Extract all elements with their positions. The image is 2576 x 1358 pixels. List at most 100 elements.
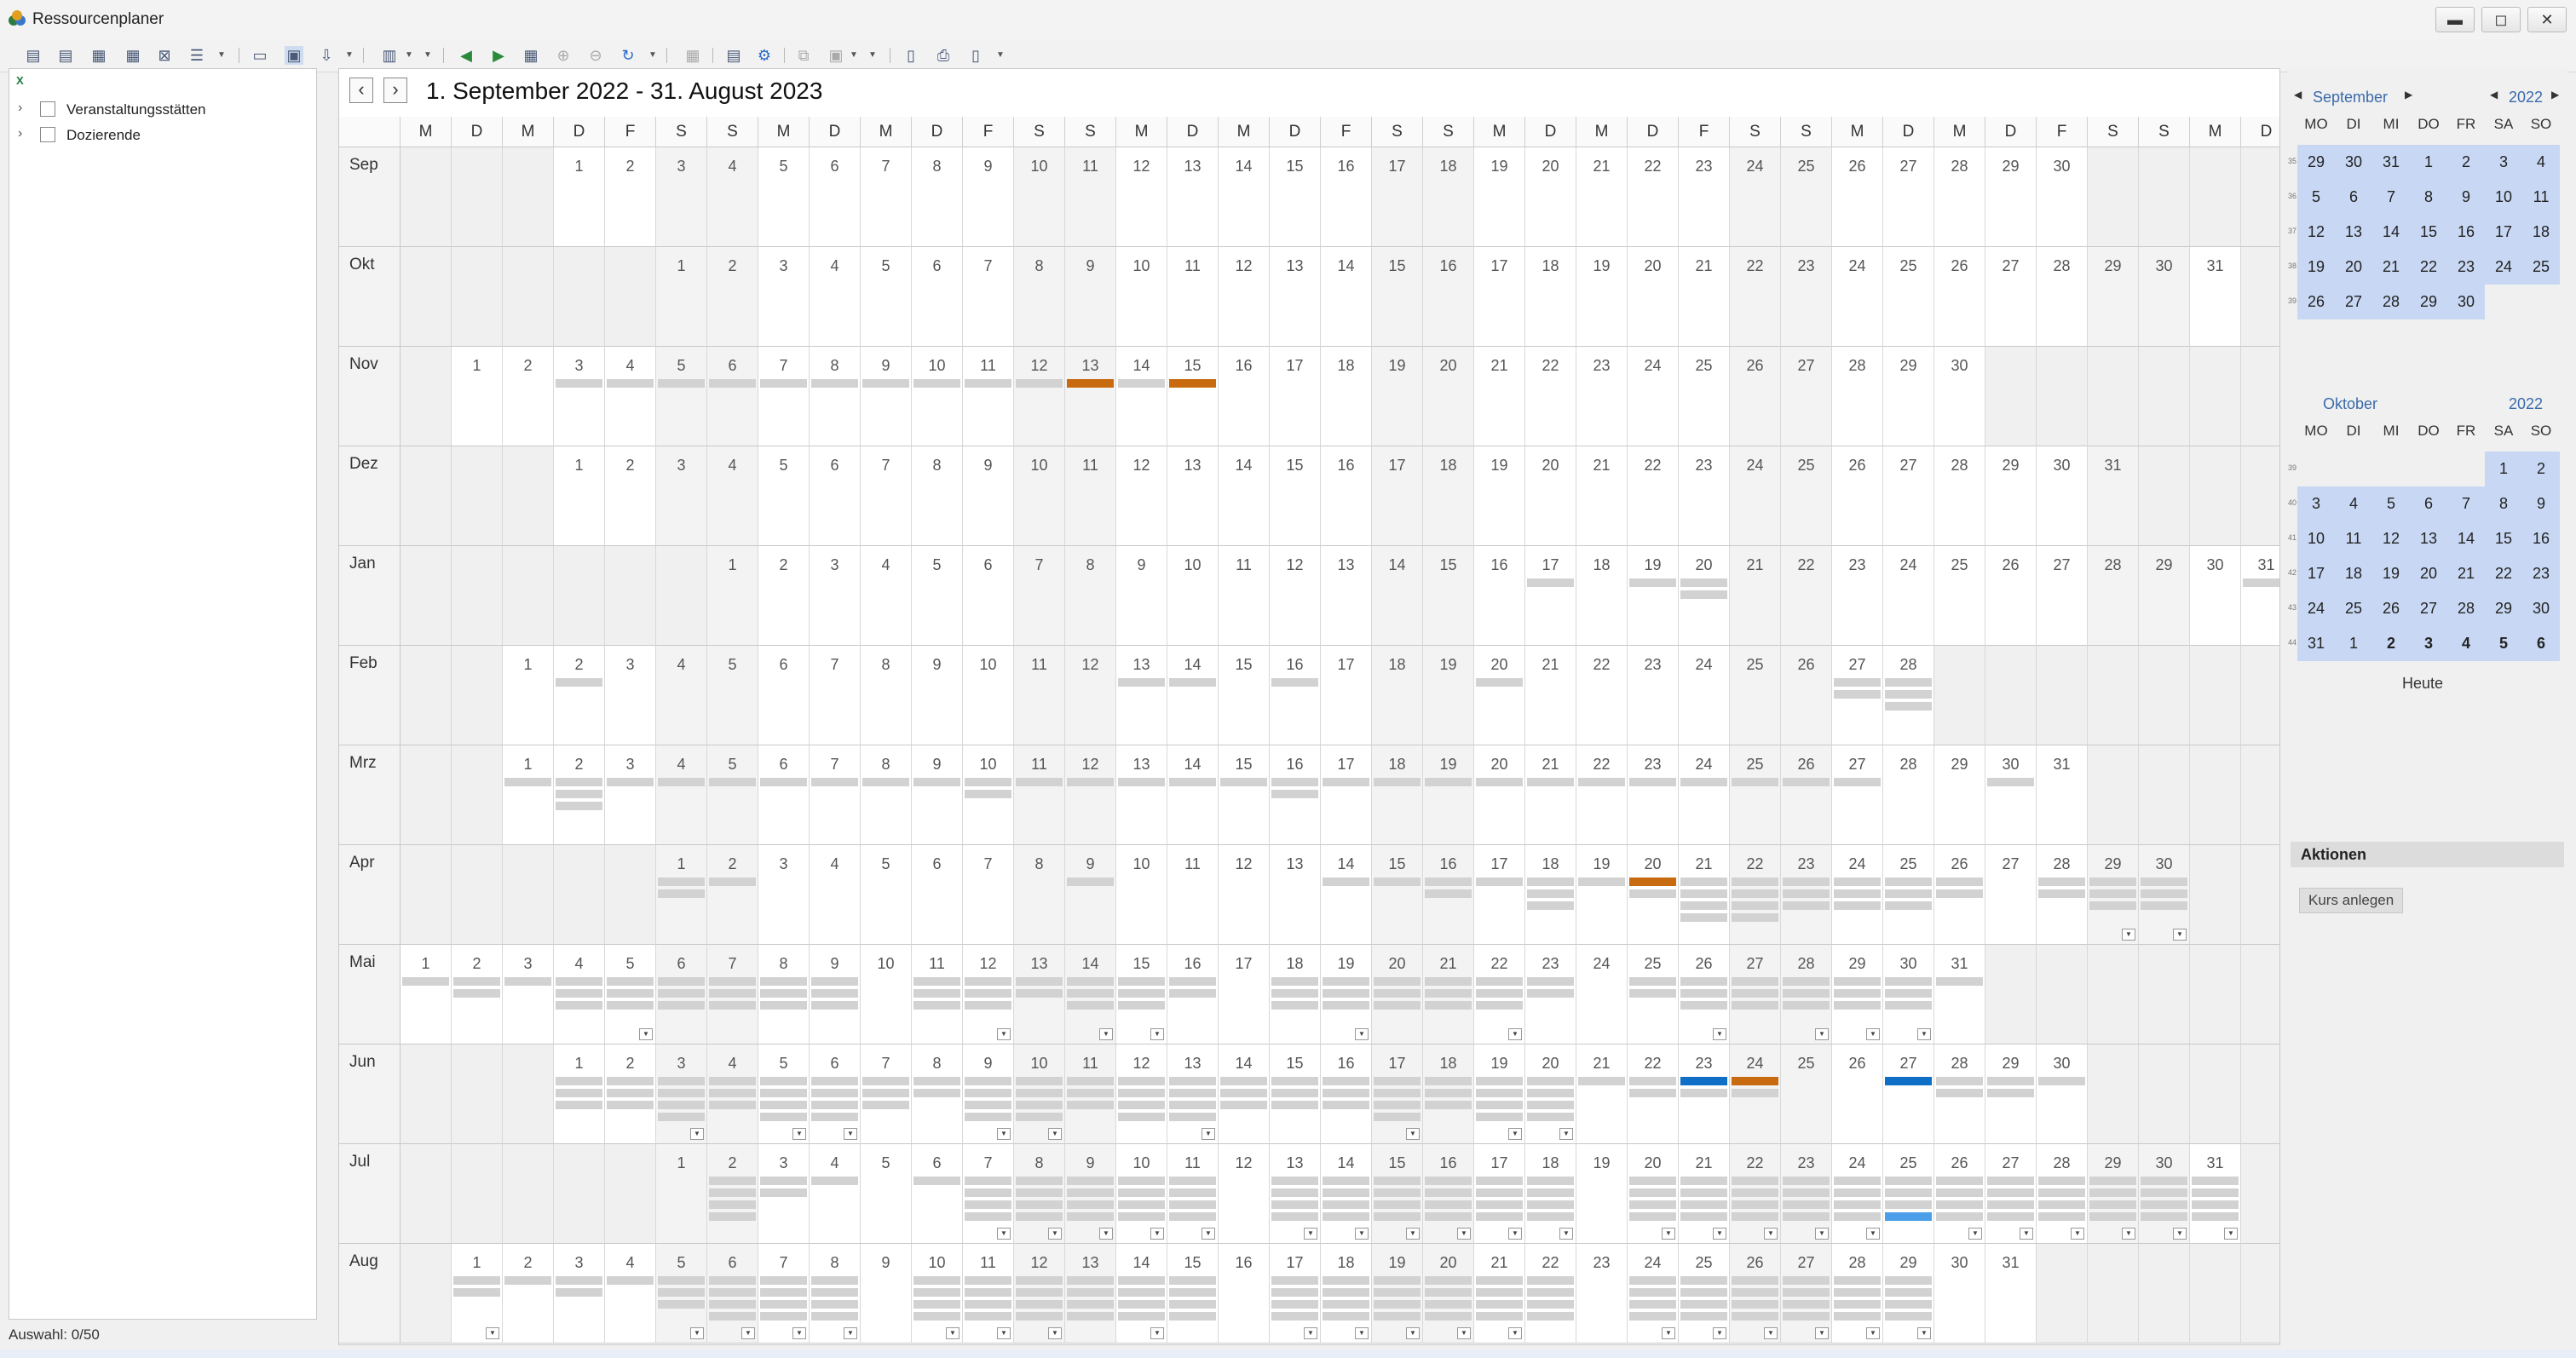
day-cell[interactable]: 21 ▼ bbox=[1679, 1144, 1730, 1244]
mini-calendar-day[interactable]: 5 bbox=[2372, 486, 2410, 521]
day-cell[interactable]: 22 bbox=[1628, 147, 1679, 247]
day-cell[interactable]: 7 bbox=[758, 347, 810, 446]
month-label[interactable]: September bbox=[2313, 89, 2388, 106]
booking-bar[interactable] bbox=[453, 989, 500, 998]
more-entries-icon[interactable]: ▼ bbox=[1713, 1028, 1726, 1040]
booking-bar[interactable] bbox=[965, 1089, 1011, 1097]
day-cell[interactable]: 31 ▼ bbox=[2190, 1144, 2241, 1244]
booking-bar[interactable] bbox=[1425, 1276, 1472, 1285]
day-cell[interactable]: 10 bbox=[1014, 147, 1065, 247]
day-cell[interactable]: 2 bbox=[707, 247, 758, 347]
day-cell[interactable]: 30 bbox=[2139, 247, 2190, 347]
day-cell[interactable]: 9 bbox=[810, 945, 861, 1044]
more-entries-icon[interactable]: ▼ bbox=[1764, 1327, 1778, 1339]
day-cell[interactable]: 22 bbox=[1628, 1044, 1679, 1144]
more-entries-icon[interactable]: ▼ bbox=[1355, 1028, 1369, 1040]
booking-bar[interactable] bbox=[1374, 1089, 1421, 1097]
day-cell[interactable]: 7 bbox=[810, 646, 861, 745]
day-cell[interactable]: 10 bbox=[1116, 845, 1167, 945]
day-cell[interactable]: 12 bbox=[1116, 147, 1167, 247]
booking-bar[interactable] bbox=[1323, 1312, 1369, 1321]
day-cell[interactable]: 28 bbox=[1934, 446, 1985, 546]
booking-bar[interactable] bbox=[1783, 1312, 1830, 1321]
day-cell[interactable]: 6 bbox=[810, 147, 861, 247]
booking-bar[interactable] bbox=[1425, 1188, 1472, 1197]
booking-bar[interactable] bbox=[1476, 678, 1523, 687]
booking-bar[interactable] bbox=[965, 1200, 1011, 1209]
booking-bar[interactable] bbox=[1936, 1089, 1983, 1097]
more-entries-icon[interactable]: ▼ bbox=[1815, 1028, 1829, 1040]
view-delete-icon[interactable]: ⊠ bbox=[155, 46, 174, 65]
booking-bar[interactable] bbox=[2141, 889, 2187, 898]
booking-bar[interactable] bbox=[658, 1113, 705, 1121]
booking-bar[interactable] bbox=[1783, 889, 1830, 898]
booking-bar[interactable] bbox=[811, 1113, 858, 1121]
booking-bar[interactable] bbox=[760, 1300, 807, 1309]
day-cell[interactable]: 16 bbox=[1270, 745, 1321, 845]
day-cell[interactable]: 10 ▼ bbox=[1116, 1144, 1167, 1244]
mini-calendar-day[interactable]: 31 bbox=[2372, 145, 2410, 180]
mini-calendar-day[interactable]: 16 bbox=[2522, 521, 2560, 556]
booking-bar[interactable] bbox=[1732, 1200, 1778, 1209]
booking-bar[interactable] bbox=[1987, 1188, 2034, 1197]
day-cell[interactable]: 13 bbox=[1167, 147, 1219, 247]
booking-bar[interactable] bbox=[1527, 878, 1574, 886]
day-cell[interactable]: 4 bbox=[861, 546, 912, 646]
day-cell[interactable]: 2 bbox=[503, 347, 554, 446]
previous-period-button[interactable]: ‹ bbox=[349, 78, 373, 103]
booking-bar[interactable] bbox=[2192, 1188, 2239, 1197]
day-cell[interactable]: 20 ▼ bbox=[1628, 1144, 1679, 1244]
day-cell[interactable]: 30 bbox=[2037, 446, 2088, 546]
more-entries-icon[interactable]: ▼ bbox=[946, 1327, 960, 1339]
booking-bar[interactable] bbox=[1016, 1077, 1063, 1085]
booking-bar[interactable] bbox=[1783, 1001, 1830, 1010]
booking-bar[interactable] bbox=[1732, 878, 1778, 886]
booking-bar[interactable] bbox=[1425, 1312, 1472, 1321]
booking-bar[interactable] bbox=[1118, 1300, 1165, 1309]
day-cell[interactable]: 10 ▼ bbox=[912, 1244, 963, 1344]
day-cell[interactable]: 6 bbox=[912, 845, 963, 945]
mini-calendar-day[interactable]: 9 bbox=[2522, 486, 2560, 521]
day-cell[interactable]: 27 bbox=[1883, 1044, 1934, 1144]
day-cell[interactable]: 20 bbox=[1628, 845, 1679, 945]
day-cell[interactable]: 25 bbox=[1883, 247, 1934, 347]
booking-bar[interactable] bbox=[1323, 1089, 1369, 1097]
expand-chevron-icon[interactable]: › bbox=[18, 101, 22, 116]
booking-bar[interactable] bbox=[1476, 1001, 1523, 1010]
booking-bar[interactable] bbox=[1118, 977, 1165, 986]
booking-bar[interactable] bbox=[913, 1288, 960, 1297]
booking-bar[interactable] bbox=[1732, 977, 1778, 986]
day-cell[interactable]: 6 bbox=[912, 247, 963, 347]
booking-bar[interactable] bbox=[709, 1212, 756, 1221]
day-cell[interactable]: 20 bbox=[1372, 945, 1423, 1044]
booking-bar[interactable] bbox=[2243, 578, 2279, 587]
booking-bar[interactable] bbox=[556, 678, 602, 687]
day-cell[interactable]: 28 ▼ bbox=[1781, 945, 1832, 1044]
booking-bar[interactable] bbox=[1527, 1077, 1574, 1085]
day-cell[interactable]: 21 bbox=[1679, 845, 1730, 945]
booking-bar[interactable] bbox=[709, 1177, 756, 1185]
booking-bar[interactable] bbox=[1271, 1212, 1318, 1221]
day-cell[interactable]: 6 bbox=[707, 347, 758, 446]
day-cell[interactable]: 14 bbox=[1116, 347, 1167, 446]
day-cell[interactable]: 29 bbox=[1985, 147, 2037, 247]
booking-bar[interactable] bbox=[965, 1077, 1011, 1085]
booking-bar[interactable] bbox=[1629, 1212, 1676, 1221]
day-cell[interactable]: 25 ▼ bbox=[1679, 1244, 1730, 1344]
day-cell[interactable]: 26 ▼ bbox=[1934, 1144, 1985, 1244]
next-period-button[interactable]: › bbox=[383, 78, 407, 103]
next-month-arrow-icon[interactable]: ▶ bbox=[2405, 89, 2412, 101]
more-entries-icon[interactable]: ▼ bbox=[1662, 1327, 1675, 1339]
day-cell[interactable]: 14 bbox=[1219, 147, 1270, 247]
day-cell[interactable]: 2 bbox=[707, 845, 758, 945]
day-cell[interactable]: 22 bbox=[1730, 845, 1781, 945]
booking-bar[interactable] bbox=[965, 1188, 1011, 1197]
day-cell[interactable]: 16 bbox=[1219, 1244, 1270, 1344]
booking-bar[interactable] bbox=[1527, 1312, 1574, 1321]
day-cell[interactable]: 13 ▼ bbox=[1167, 1044, 1219, 1144]
booking-bar[interactable] bbox=[2089, 1188, 2136, 1197]
day-cell[interactable]: 16 bbox=[1219, 347, 1270, 446]
mini-calendar-day[interactable]: 17 bbox=[2485, 215, 2522, 250]
booking-bar[interactable] bbox=[1936, 889, 1983, 898]
day-cell[interactable]: 10 bbox=[861, 945, 912, 1044]
